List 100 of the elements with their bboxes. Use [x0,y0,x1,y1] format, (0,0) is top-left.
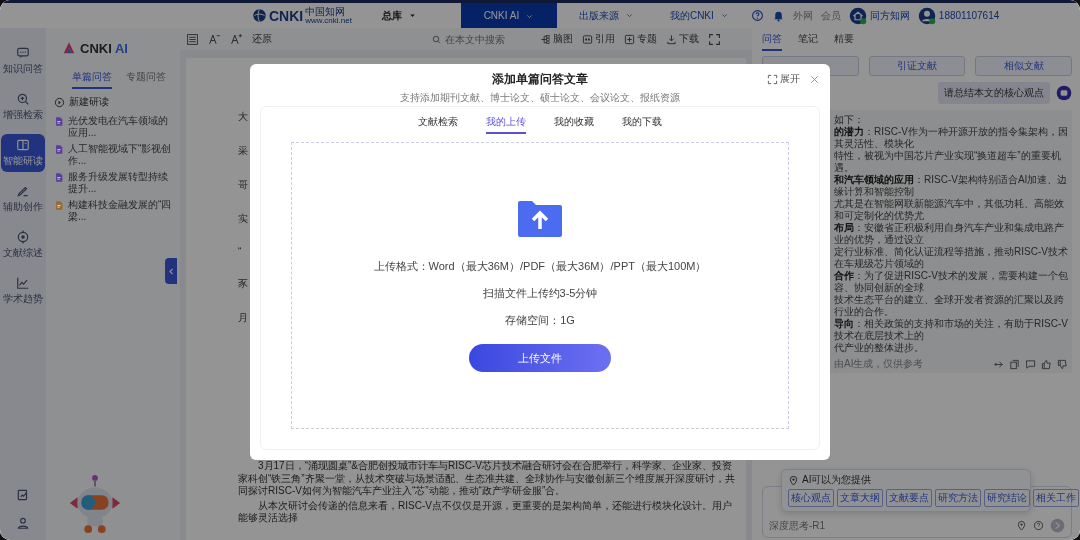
answer-text: 导向：相关政策的支持和市场的关注，有助于RISC-V技术在底层技术上的 [834,318,1068,342]
answer-text: 定行业标准、简化认证流程等措施，推动RISC-V技术在车规级芯片领域的 [834,246,1068,270]
rail-item[interactable]: 知识问答 [1,42,45,80]
suggestion-chip[interactable]: 核心观点 [788,489,834,507]
download-icon [666,33,677,45]
logo-name: 中国知网 [305,6,346,17]
upload-time-text: 扫描文件上传约3-5分钟 [482,286,598,301]
collapse-handle[interactable] [165,258,177,284]
tab[interactable]: 问答 [762,27,782,51]
tab[interactable]: 我的上传 [486,115,526,134]
answer-text: 和汽车领域的应用：RISC-V架构特别适合AI加速、边缘计算和智能控制 [834,174,1068,198]
note-icon[interactable] [16,488,30,502]
zoom-in-icon [16,92,30,106]
font-increase-icon[interactable] [230,32,243,46]
upload-button[interactable]: 上传文件 [469,344,611,372]
question-bubble: 请总结本文的核心观点 [938,82,1050,104]
restore-button[interactable]: 还原 [252,32,272,46]
target-icon [16,230,30,244]
toolbar-button[interactable]: 专题 [624,32,657,46]
suggestion-chip[interactable]: 相关工作 [1033,489,1079,507]
mode-toggle[interactable]: 深度思考-R1 [769,518,826,533]
upload-drop-zone[interactable]: 上传格式：Word（最大36M）/PDF（最大36M）/PPT（最大100M） 扫描文件上传约3-5分钟 存储空间：1G 上传文件 [291,142,789,429]
rail-item[interactable]: 辅助创作 [1,180,45,218]
globe-icon [252,8,267,23]
dialog-subtitle: 支持添加期刊文献、博士论文、硕士论文、会议论文、报纸资源 [400,91,680,105]
text-fragment: 采 [238,144,249,158]
fullscreen-icon[interactable] [708,32,721,46]
thumbs-down-icon[interactable] [1057,358,1068,370]
document-item[interactable]: 人工智能视域下“影视创作... [54,143,172,167]
location-pin-icon[interactable] [1016,520,1027,531]
help-icon[interactable] [750,9,764,22]
tab[interactable]: 我的收藏 [554,115,594,134]
tab[interactable]: 专题问答 [126,70,166,89]
search-field[interactable]: 在本文中搜索 [431,33,531,45]
text-fragment: 实 [238,212,249,226]
toolbar-button[interactable]: 脑图 [540,32,573,46]
answer-text: 代产业的整体进步。 [834,342,925,354]
scope-dropdown[interactable]: 总库 [381,8,417,23]
nav-tab[interactable]: CNKI AI [460,3,557,28]
new-reading-button[interactable]: 新建研读 [54,93,172,111]
copy-icon[interactable] [1009,358,1020,370]
rail-item[interactable]: 文献综述 [1,226,45,264]
brand-logo-icon [62,41,76,55]
storage-text: 存储空间：1G [505,313,575,328]
answer-text: 特性，被视为中国芯片产业实现“换道超车”的重要机遇。 [834,150,1062,174]
close-icon[interactable] [809,74,820,85]
chevron-left-icon [166,266,176,276]
suggestion-chip[interactable]: 文章大纲 [837,489,883,507]
search-icon [431,33,442,45]
document-item[interactable]: 服务升级发展转型持续提升... [54,171,172,195]
user-icon[interactable] [16,516,30,530]
rail-item[interactable]: 学术趋势 [1,272,45,310]
document-item[interactable]: 构建科技金融发展的“四梁... [54,199,172,223]
expand-icon [767,73,778,85]
top-link[interactable]: 会员 [820,8,841,23]
font-decrease-icon[interactable] [208,32,221,46]
thumbs-up-icon[interactable] [1041,358,1052,370]
chart-icon [16,276,30,290]
pen-icon [16,184,30,198]
book-icon [16,138,30,152]
logo-text: CNKI [269,7,304,24]
account-name[interactable]: 18801107614 [938,10,1000,21]
tab[interactable]: 文献检索 [418,115,458,134]
mindmap-icon [540,33,551,45]
toolbar-button[interactable]: 引用 [582,32,615,46]
suggestion-chip[interactable]: 文献要点 [886,489,932,507]
comment-icon[interactable] [1025,358,1036,370]
logo-url: www.cnki.net [305,16,352,25]
suggestion-title: AI可以为您提供 [802,473,872,487]
text-fragment: 哥 [238,178,249,192]
article-paragraph: 从本次研讨会传递的信息来看，RISC-V点不仅仅是开源，更重要的是架构简单，还能进行模块化设计。用户能够灵活选择 [238,499,733,525]
avatar-icon [917,6,936,25]
account-name[interactable]: 同方知网 [869,8,910,23]
expand-button[interactable]: 展开 [767,72,800,86]
outline-icon[interactable] [186,32,199,46]
answer-text: 技术生态平台的建立、全球开发者资源的汇聚以及跨行业的合作。 [834,294,1065,318]
text-fragment: 月 [238,311,249,325]
rail-item[interactable]: 增强检索 [1,88,45,126]
tab[interactable]: 我的下载 [622,115,662,134]
chat-icon [16,46,30,60]
nav-tab[interactable]: 我的CNKI [655,3,743,28]
tab[interactable]: 精要 [834,27,854,51]
suggestion-chip[interactable]: 研究方法 [935,489,981,507]
toolbar-button[interactable]: 下载 [666,32,699,46]
tab[interactable]: 笔记 [798,27,818,51]
tab[interactable]: 单篇问答 [72,70,112,89]
plus-square-icon [624,33,635,45]
suggestion-chip[interactable]: 研究结论 [984,489,1030,507]
answer-text: 如下： [834,114,865,126]
text-fragment: 豕 [238,277,249,291]
rail-item[interactable]: 智能研读 [1,134,45,172]
avatar-icon [848,6,867,25]
answer-text: 尤其是在智能网联新能源汽车中，其低功耗、高能效和可定制化的优势尤 [834,198,1065,222]
tool-button[interactable]: 引证文献 [868,56,966,76]
location-pin-icon [788,474,799,486]
nav-tab[interactable]: 出版来源 [564,3,648,28]
help-icon[interactable] [1033,520,1044,531]
tool-button[interactable]: 相似文献 [975,56,1072,76]
top-link[interactable]: 外网 [792,8,813,23]
document-item[interactable]: 光伏发电在汽车领域的应用... [54,115,172,139]
